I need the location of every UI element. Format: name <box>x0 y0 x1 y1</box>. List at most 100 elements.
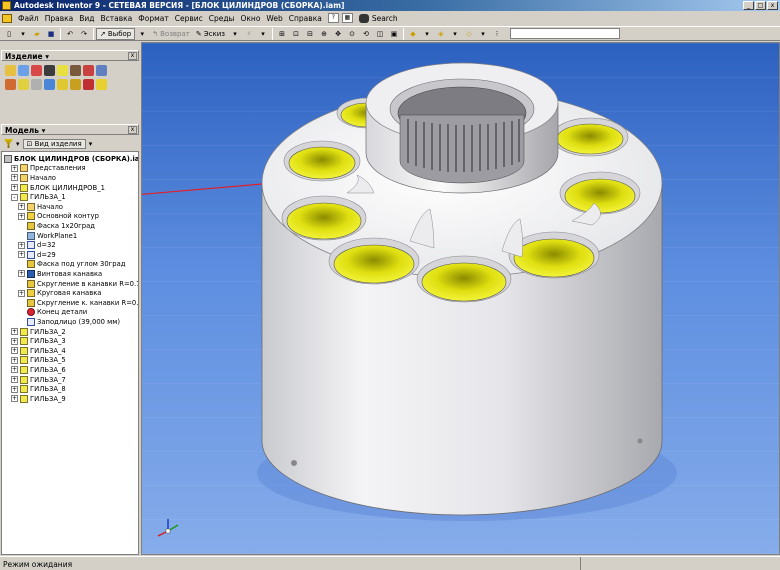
zoom-all-icon[interactable]: ⊡ <box>290 28 302 40</box>
tree-node[interactable]: + ГИЛЬЗА_9 <box>11 394 66 404</box>
close-icon[interactable]: x <box>128 52 137 60</box>
tree-node[interactable]: Скругление в канавки R=0.76 <box>18 279 138 289</box>
expand-icon[interactable]: + <box>11 395 18 403</box>
color-style-icon[interactable]: ⁝ <box>491 28 503 40</box>
projection-icon[interactable]: ◇ <box>463 28 475 40</box>
menu-insert[interactable]: Вставка <box>98 14 136 23</box>
select-all-icon[interactable]: ⊞ <box>276 28 288 40</box>
model-browser-header[interactable]: Модель ▾ x <box>1 124 139 135</box>
zoom-icon[interactable]: ⊕ <box>318 28 330 40</box>
graphics-window[interactable] <box>141 42 780 555</box>
menu-file[interactable]: Файл <box>15 14 42 23</box>
constraint-icon[interactable] <box>44 65 55 76</box>
menu-web[interactable]: Web <box>263 14 285 23</box>
dropdown-arrow-icon[interactable]: ▾ <box>89 140 93 148</box>
expand-icon[interactable]: + <box>11 328 18 336</box>
expand-icon[interactable]: + <box>11 347 18 355</box>
replace-icon[interactable] <box>57 65 68 76</box>
copy-icon[interactable] <box>18 79 29 90</box>
save-icon[interactable]: ■ <box>45 28 57 40</box>
model-view[interactable] <box>142 43 780 556</box>
pan-icon[interactable]: ✥ <box>332 28 344 40</box>
minimize-button[interactable]: _ <box>743 1 754 10</box>
tree-node[interactable]: + ГИЛЬЗА_3 <box>11 336 66 346</box>
tree-node[interactable]: + Начало <box>11 173 56 183</box>
menu-help[interactable]: Справка <box>286 14 325 23</box>
zoom-window-icon[interactable]: ⊟ <box>304 28 316 40</box>
tree-node[interactable]: Скругление к. канавки R=0.76 <box>18 298 138 308</box>
tree-node[interactable]: + ГИЛЬЗА_5 <box>11 356 66 366</box>
dropdown-arrow-icon[interactable]: ▾ <box>16 140 20 148</box>
move-icon[interactable] <box>70 65 81 76</box>
menu-edit[interactable]: Правка <box>42 14 77 23</box>
display-mode-icon[interactable]: ◆ <box>407 28 419 40</box>
tree-node[interactable]: + Начало <box>18 202 63 212</box>
tree-node[interactable]: + ГИЛЬЗА_2 <box>11 327 66 337</box>
expand-icon[interactable]: + <box>11 184 18 192</box>
expand-icon[interactable]: + <box>11 385 18 393</box>
menu-window[interactable]: Окно <box>237 14 263 23</box>
dropdown-arrow-icon[interactable]: ▾ <box>477 28 489 40</box>
expand-icon[interactable]: + <box>18 203 25 211</box>
menu-tools[interactable]: Сервис <box>172 14 206 23</box>
redo-icon[interactable]: ↷ <box>78 28 90 40</box>
dropdown-arrow-icon[interactable]: ▾ <box>136 28 148 40</box>
help-icon[interactable]: ? <box>327 13 339 23</box>
dropdown-arrow-icon[interactable]: ▾ <box>421 28 433 40</box>
tree-node[interactable]: + Круговая канавка <box>18 288 101 298</box>
tree-node[interactable]: + ГИЛЬЗА_4 <box>11 346 66 356</box>
work-axis-icon[interactable] <box>83 79 94 90</box>
rotate-component-icon[interactable] <box>83 65 94 76</box>
analyze-icon[interactable] <box>57 79 68 90</box>
expand-icon[interactable]: + <box>11 356 18 364</box>
tree-node[interactable]: + Винтовая канавка <box>18 269 102 279</box>
look-at-icon[interactable]: ◫ <box>374 28 386 40</box>
tree-node[interactable]: + ГИЛЬЗА_6 <box>11 365 66 375</box>
design-accelerator-icon[interactable] <box>44 79 55 90</box>
tree-node[interactable]: + d=29 <box>18 250 56 260</box>
return-button[interactable]: ↰ Возврат <box>149 28 193 40</box>
expand-icon[interactable]: + <box>11 164 18 172</box>
work-point-icon[interactable] <box>96 79 107 90</box>
close-button[interactable]: x <box>767 1 778 10</box>
shadow-icon[interactable]: ◈ <box>435 28 447 40</box>
update-icon[interactable]: ⚡ <box>243 28 255 40</box>
dropdown-arrow-icon[interactable]: ▾ <box>449 28 461 40</box>
select-button[interactable]: ➚ Выбор <box>96 27 136 40</box>
expand-icon[interactable]: + <box>11 376 18 384</box>
tree-node[interactable]: + ГИЛЬЗА_8 <box>11 384 66 394</box>
tree-node[interactable]: + БЛОК ЦИЛИНДРОВ_1 <box>11 183 105 193</box>
filter-icon[interactable] <box>4 139 13 148</box>
expand-icon[interactable]: + <box>18 212 25 220</box>
panel-bar-header[interactable]: Изделие ▾ x <box>1 50 139 61</box>
view-mode-button[interactable]: ⊡ Вид изделия <box>22 138 86 149</box>
tree-node[interactable]: + Представления <box>11 164 86 174</box>
tree-node[interactable]: БЛОК ЦИЛИНДРОВ (СБОРКА).iam <box>4 154 138 164</box>
rotate-icon[interactable]: ⟲ <box>360 28 372 40</box>
dropdown-arrow-icon[interactable]: ▾ <box>257 28 269 40</box>
dropdown-arrow-icon[interactable]: ▾ <box>17 28 29 40</box>
expand-icon[interactable]: + <box>18 270 25 278</box>
camera-icon[interactable]: ▣ <box>388 28 400 40</box>
sketch-button[interactable]: ✎ Эскиз <box>193 28 228 40</box>
work-plane-icon[interactable] <box>70 79 81 90</box>
zoom-selected-icon[interactable]: ⊙ <box>346 28 358 40</box>
tree-node[interactable]: + ГИЛЬЗА_7 <box>11 375 66 385</box>
expand-icon[interactable]: + <box>18 241 25 249</box>
tree-node[interactable]: - ГИЛЬЗА_1 <box>11 192 66 202</box>
undo-icon[interactable]: ↶ <box>64 28 76 40</box>
grid-icon[interactable]: ▦ <box>341 13 353 23</box>
menu-environments[interactable]: Среды <box>206 14 238 23</box>
new-icon[interactable]: ▯ <box>3 28 15 40</box>
expand-icon[interactable]: + <box>11 174 18 182</box>
tree-node[interactable]: WorkPlane1 <box>18 231 77 241</box>
expand-icon[interactable]: + <box>11 337 18 345</box>
tree-node[interactable]: + Основной контур <box>18 212 99 222</box>
tree-node[interactable]: Фаска 1x20град <box>18 221 95 231</box>
bolt-icon[interactable] <box>31 79 42 90</box>
mirror-icon[interactable] <box>5 79 16 90</box>
expand-icon[interactable]: + <box>18 251 25 259</box>
collapse-icon[interactable]: - <box>11 193 18 201</box>
color-combo[interactable] <box>510 28 620 39</box>
close-icon[interactable]: x <box>128 126 137 134</box>
